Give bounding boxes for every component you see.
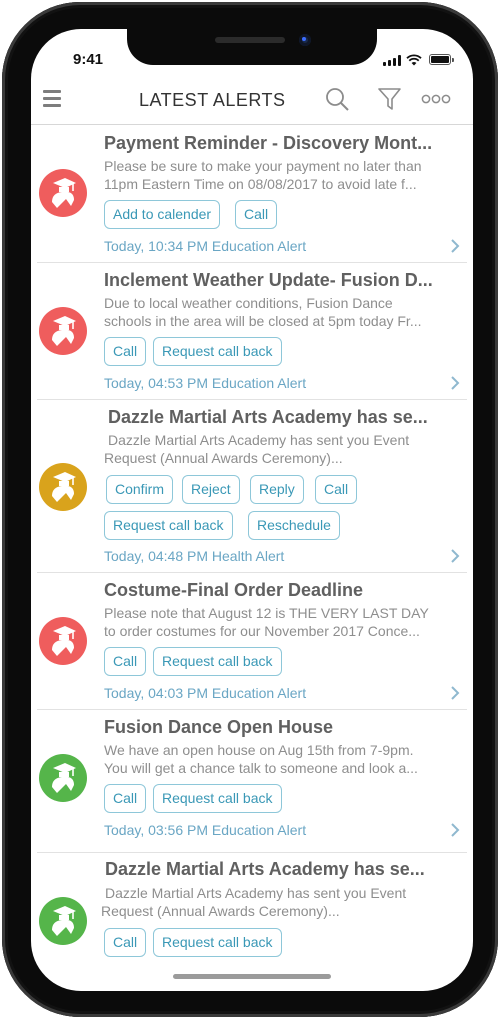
phone-frame: 9:41 LATEST ALERTS Payment Reminder - Di… <box>2 2 498 1017</box>
request-call-back-button[interactable]: Request call back <box>153 647 282 676</box>
alert-body-line: Dazzle Martial Arts Academy has sent you… <box>105 885 407 901</box>
alert-title: Fusion Dance Open House <box>104 717 334 737</box>
alert-body-line: to order costumes for our November 2017 … <box>104 623 420 639</box>
page-title: LATEST ALERTS <box>139 90 286 110</box>
filter-icon[interactable] <box>376 85 404 113</box>
request-call-back-button[interactable]: Request call back <box>153 928 282 957</box>
add-to-calendar-button[interactable]: Add to calender <box>104 200 221 229</box>
alert-body-line: Please be sure to make your payment no l… <box>104 158 422 174</box>
alert-body-line: Due to local weather conditions, Fusion … <box>104 295 393 311</box>
more-icon[interactable] <box>421 85 451 113</box>
education-icon <box>39 754 87 802</box>
alert-avatar <box>38 753 88 803</box>
app-header: LATEST ALERTS <box>31 77 473 125</box>
call-button[interactable]: Call <box>315 475 358 504</box>
alert-body: Dazzle Martial Arts Academy has sent you… <box>104 431 458 467</box>
alert-meta: Today, 04:03 PM Education Alert <box>104 685 307 701</box>
alert-body-line: Request (Annual Awards Ceremony)... <box>101 903 340 919</box>
app-screen: 9:41 LATEST ALERTS Payment Reminder - Di… <box>31 29 473 991</box>
chevron-right-icon[interactable] <box>449 548 461 564</box>
alert-item[interactable]: Inclement Weather Update- Fusion D... Du… <box>37 263 467 400</box>
alert-item[interactable]: Payment Reminder - Discovery Mont... Ple… <box>37 126 467 263</box>
speaker-grille <box>215 37 285 43</box>
reschedule-button[interactable]: Reschedule <box>248 511 340 540</box>
alert-body-line: 11pm Eastern Time on 08/08/2017 to avoid… <box>104 176 417 192</box>
alert-body-line: You will get a chance talk to someone an… <box>104 760 418 776</box>
health-icon <box>39 463 87 511</box>
alert-title: Dazzle Martial Arts Academy has se... <box>108 407 428 427</box>
alert-item[interactable]: Costume-Final Order Deadline Please note… <box>37 573 467 710</box>
request-call-back-button[interactable]: Request call back <box>153 337 282 366</box>
confirm-button[interactable]: Confirm <box>106 475 174 504</box>
cellular-signal-icon <box>383 55 401 66</box>
alert-body-line: Please note that August 12 is THE VERY L… <box>104 605 429 621</box>
alert-title: Dazzle Martial Arts Academy has se... <box>105 859 425 879</box>
alert-body: Please note that August 12 is THE VERY L… <box>104 604 454 640</box>
front-camera <box>299 34 311 46</box>
call-button[interactable]: Call <box>104 784 147 813</box>
call-button[interactable]: Call <box>104 647 147 676</box>
alert-title: Costume-Final Order Deadline <box>104 580 364 600</box>
request-call-back-button[interactable]: Request call back <box>104 511 233 540</box>
alert-body: We have an open house on Aug 15th from 7… <box>104 741 454 777</box>
alert-body: Due to local weather conditions, Fusion … <box>104 294 454 330</box>
alert-body-line: Dazzle Martial Arts Academy has sent you… <box>108 432 410 448</box>
chevron-right-icon[interactable] <box>449 685 461 701</box>
alert-meta: Today, 04:48 PM Health Alert <box>104 548 285 564</box>
chevron-right-icon[interactable] <box>449 375 461 391</box>
alert-body-line: schools in the area will be closed at 5p… <box>104 313 422 329</box>
alert-item[interactable]: Dazzle Martial Arts Academy has se... Da… <box>37 400 467 573</box>
home-indicator[interactable] <box>173 974 331 979</box>
call-button[interactable]: Call <box>235 200 278 229</box>
reject-button[interactable]: Reject <box>182 475 240 504</box>
alert-body: Dazzle Martial Arts Academy has sent you… <box>101 884 455 920</box>
education-icon <box>39 617 87 665</box>
alert-avatar <box>38 306 88 356</box>
reply-button[interactable]: Reply <box>250 475 304 504</box>
alert-meta: Today, 10:34 PM Education Alert <box>104 238 307 254</box>
chevron-right-icon[interactable] <box>449 238 461 254</box>
education-icon <box>39 169 87 217</box>
alert-meta: Today, 04:53 PM Education Alert <box>104 375 307 391</box>
device-notch <box>127 29 377 65</box>
alert-avatar <box>38 168 88 218</box>
alert-item[interactable]: Fusion Dance Open House We have an open … <box>37 710 467 853</box>
alert-avatar <box>38 462 88 512</box>
alert-title: Payment Reminder - Discovery Mont... <box>104 133 433 153</box>
alert-body-line: We have an open house on Aug 15th from 7… <box>104 742 414 758</box>
alert-avatar <box>38 616 88 666</box>
alert-meta: Today, 03:56 PM Education Alert <box>104 822 307 838</box>
alert-item[interactable]: Dazzle Martial Arts Academy has se... Da… <box>37 853 467 991</box>
search-icon[interactable] <box>323 85 351 113</box>
call-button[interactable]: Call <box>104 928 147 957</box>
education-icon <box>39 307 87 355</box>
request-call-back-button[interactable]: Request call back <box>153 784 282 813</box>
alert-title: Inclement Weather Update- Fusion D... <box>104 270 433 290</box>
status-time: 9:41 <box>73 51 104 68</box>
chevron-right-icon[interactable] <box>449 822 461 838</box>
education-icon <box>39 897 87 945</box>
hamburger-menu-icon[interactable] <box>43 87 63 109</box>
wifi-icon <box>406 54 422 66</box>
battery-icon <box>429 54 454 65</box>
call-button[interactable]: Call <box>104 337 147 366</box>
alert-avatar <box>38 896 88 946</box>
alert-body-line: Request (Annual Awards Ceremony)... <box>104 450 343 466</box>
alert-body: Please be sure to make your payment no l… <box>104 157 454 193</box>
